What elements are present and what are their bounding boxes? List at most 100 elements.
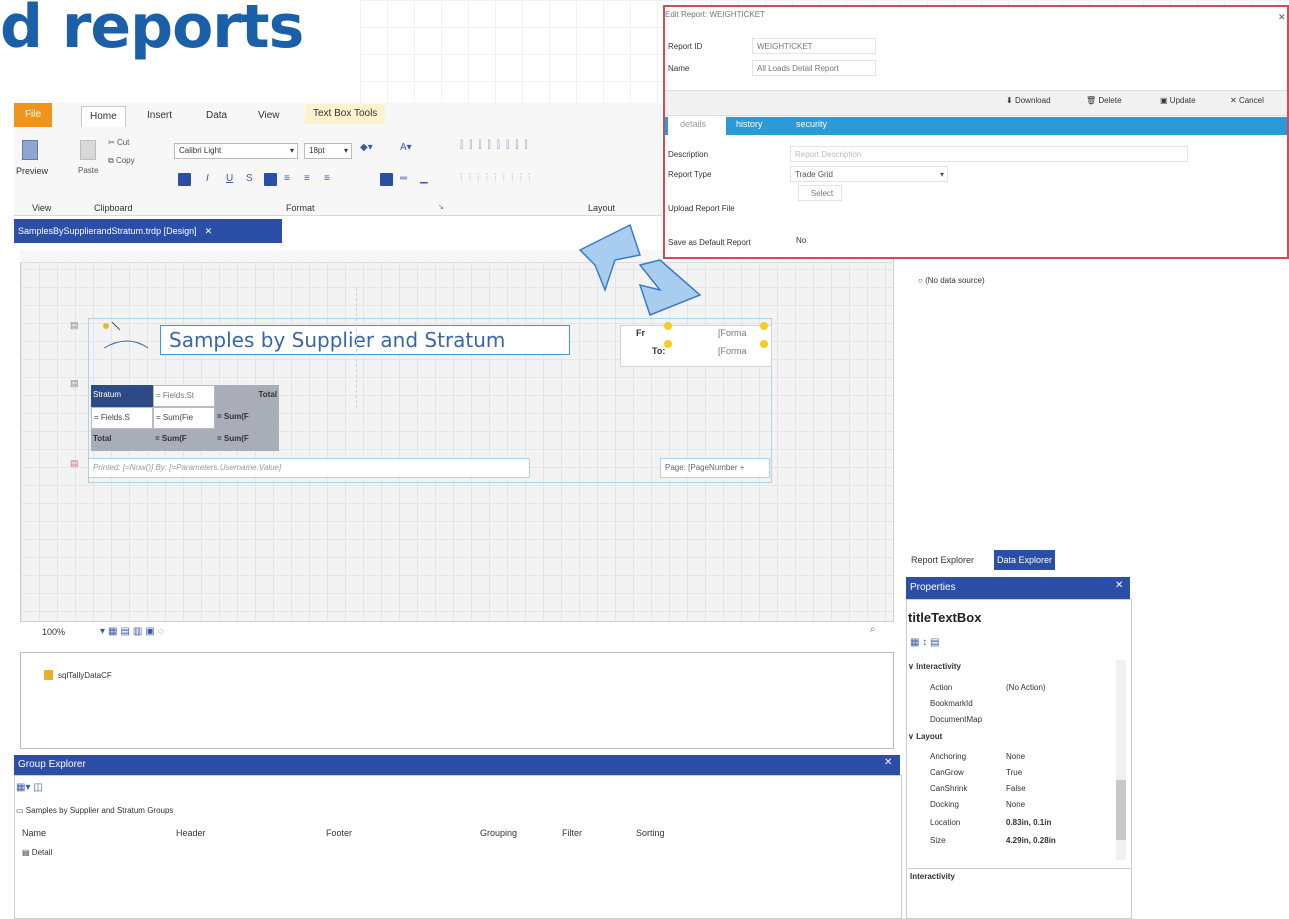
crosstab-cell-sum[interactable]: = Sum(Fie: [153, 407, 215, 429]
crosstab[interactable]: Stratum = Fields.St Total = Fields.S = S…: [91, 385, 279, 451]
tab-file[interactable]: File: [14, 103, 52, 127]
delete-button[interactable]: 🗑 Delete: [1086, 96, 1122, 105]
tab-report-explorer[interactable]: Report Explorer: [908, 550, 977, 570]
tab-insert[interactable]: Insert: [139, 106, 180, 126]
crosstab-cell-row-total[interactable]: = Sum(F: [215, 407, 279, 429]
layout-align-icons[interactable]: ⫿⫿⫿⫿⫿⫿⫿⫿: [460, 140, 534, 151]
prop-value[interactable]: True: [1006, 768, 1022, 777]
trash-icon: 🗑: [1086, 96, 1097, 105]
tab-security[interactable]: security: [796, 119, 827, 129]
prop-name: Size: [930, 836, 946, 845]
description-field[interactable]: Report Description: [790, 146, 1188, 162]
fill-color-icon[interactable]: ◆▾: [360, 142, 373, 153]
close-icon[interactable]: ✕: [884, 757, 892, 768]
title-text-box[interactable]: Samples by Supplier and Stratum: [160, 325, 570, 355]
page-footer-section-icon: ▤: [70, 458, 79, 468]
close-icon[interactable]: ✕: [205, 226, 213, 236]
tab-data-explorer[interactable]: Data Explorer: [994, 550, 1056, 570]
data-explorer-item[interactable]: ○ (No data source): [918, 276, 985, 285]
column-header-header[interactable]: Header: [176, 828, 206, 838]
tab-view[interactable]: View: [250, 106, 288, 126]
tab-home[interactable]: Home: [81, 106, 126, 127]
warning-icon: [760, 340, 768, 348]
printed-by-text-box[interactable]: Printed: [=Now()] By: [=Parameters.Usern…: [88, 458, 530, 478]
strikethrough-icon[interactable]: S: [246, 173, 253, 184]
logo-image[interactable]: [98, 320, 154, 356]
crosstab-row-fields[interactable]: = Fields.S: [91, 407, 153, 429]
from-value[interactable]: [Forma: [718, 328, 747, 338]
page-header-section-icon: ▤: [70, 320, 79, 330]
column-header-sorting[interactable]: Sorting: [636, 828, 665, 838]
italic-icon[interactable]: I: [206, 173, 209, 184]
group-toolbar-icons[interactable]: ▦▾ ◫: [16, 782, 43, 793]
view-mode-icons[interactable]: ▾▦▤▥▣◌: [100, 626, 167, 637]
report-type-select[interactable]: Trade Grid ▾: [790, 166, 948, 182]
section-layout[interactable]: ∨ Layout: [908, 732, 942, 741]
cut-button[interactable]: ✂ Cut: [108, 138, 129, 147]
section-interactivity[interactable]: ∨ Interactivity: [908, 662, 961, 671]
valign-middle-icon[interactable]: ═: [400, 173, 407, 184]
prop-value[interactable]: None: [1006, 800, 1025, 809]
format-dialog-launcher-icon[interactable]: ↘: [438, 203, 444, 211]
crosstab-header-total[interactable]: Total: [215, 385, 279, 407]
underline-icon[interactable]: U: [226, 173, 233, 184]
crosstab-header-stratum[interactable]: Stratum: [91, 385, 153, 407]
tab-text-box-tools[interactable]: Text Box Tools: [305, 104, 386, 124]
prop-value[interactable]: 0.83in, 0.1in: [1006, 818, 1051, 827]
scrollbar-thumb[interactable]: [1116, 780, 1126, 840]
tab-details[interactable]: details: [680, 119, 706, 129]
layout-size-icons[interactable]: ⫶⫶⫶⫶⫶⫶⫶⫶⫶: [460, 173, 537, 184]
to-value[interactable]: [Forma: [718, 346, 747, 356]
warning-icon: [664, 340, 672, 348]
preview-icon: [22, 140, 38, 160]
font-family-select[interactable]: Calibri Light ▾: [174, 143, 298, 159]
sort-buttons-icons[interactable]: ▦ ↕ ▤: [910, 637, 939, 648]
cancel-button[interactable]: ✕ Cancel: [1230, 96, 1264, 105]
document-tab[interactable]: SamplesBySupplierandStratum.trdp [Design…: [14, 219, 282, 243]
default-report-toggle[interactable]: No: [796, 236, 806, 245]
prop-value[interactable]: (No Action): [1006, 683, 1046, 692]
name-field[interactable]: All Loads Detail Report: [752, 60, 876, 76]
justify-icon[interactable]: ≡: [324, 173, 330, 184]
prop-value[interactable]: False: [1006, 784, 1026, 793]
align-right-icon[interactable]: ≡: [304, 173, 310, 184]
column-header-name[interactable]: Name: [22, 828, 46, 838]
font-color-icon[interactable]: A▾: [400, 142, 412, 153]
column-header-grouping[interactable]: Grouping: [480, 828, 517, 838]
prop-name: Location: [930, 818, 961, 827]
zoom-search-icon[interactable]: ⌕: [870, 624, 876, 635]
valign-bottom-icon[interactable]: ▁: [420, 173, 428, 184]
align-left-icon[interactable]: [264, 173, 277, 186]
group-row-detail[interactable]: ▤ Detail: [22, 848, 52, 857]
close-icon[interactable]: ✕: [1115, 580, 1123, 591]
prop-value[interactable]: 4.29in, 0.28in: [1006, 836, 1056, 845]
dialog-title: Edit Report: WEIGHTICKET: [665, 10, 766, 19]
column-header-footer[interactable]: Footer: [326, 828, 352, 838]
group-tree-root[interactable]: ▭ Samples by Supplier and Stratum Groups: [16, 806, 173, 815]
download-button[interactable]: ⬇ Download: [1006, 96, 1051, 105]
close-icon[interactable]: ✕: [1278, 12, 1286, 23]
prop-name: CanGrow: [930, 768, 964, 777]
prop-value[interactable]: None: [1006, 752, 1025, 761]
bold-icon[interactable]: [178, 173, 191, 186]
tab-history[interactable]: history: [736, 119, 763, 129]
tab-data[interactable]: Data: [198, 106, 235, 126]
crosstab-header-fields[interactable]: = Fields.St: [153, 385, 215, 407]
select-button[interactable]: Select: [798, 185, 842, 201]
font-size-select[interactable]: 18pt ▾: [304, 143, 352, 159]
zoom-level[interactable]: 100%: [42, 627, 65, 637]
paste-button[interactable]: Paste: [78, 166, 98, 175]
save-icon: ▣: [1160, 96, 1168, 105]
crosstab-footer-total[interactable]: Total: [91, 429, 153, 451]
data-source-item[interactable]: sqlTallyDataCF: [58, 671, 112, 680]
column-header-filter[interactable]: Filter: [562, 828, 582, 838]
valign-top-icon[interactable]: [380, 173, 393, 186]
preview-button[interactable]: Preview: [16, 166, 48, 176]
crosstab-footer-grand-total[interactable]: = Sum(F: [215, 429, 279, 451]
report-id-field[interactable]: WEIGHTICKET: [752, 38, 876, 54]
update-button[interactable]: ▣ Update: [1160, 96, 1196, 105]
align-center-icon[interactable]: ≡: [284, 173, 290, 184]
crosstab-footer-sum[interactable]: = Sum(F: [153, 429, 215, 451]
copy-button[interactable]: ⧉ Copy: [108, 156, 135, 166]
page-number-text-box[interactable]: Page: [PageNumber +: [660, 458, 770, 478]
